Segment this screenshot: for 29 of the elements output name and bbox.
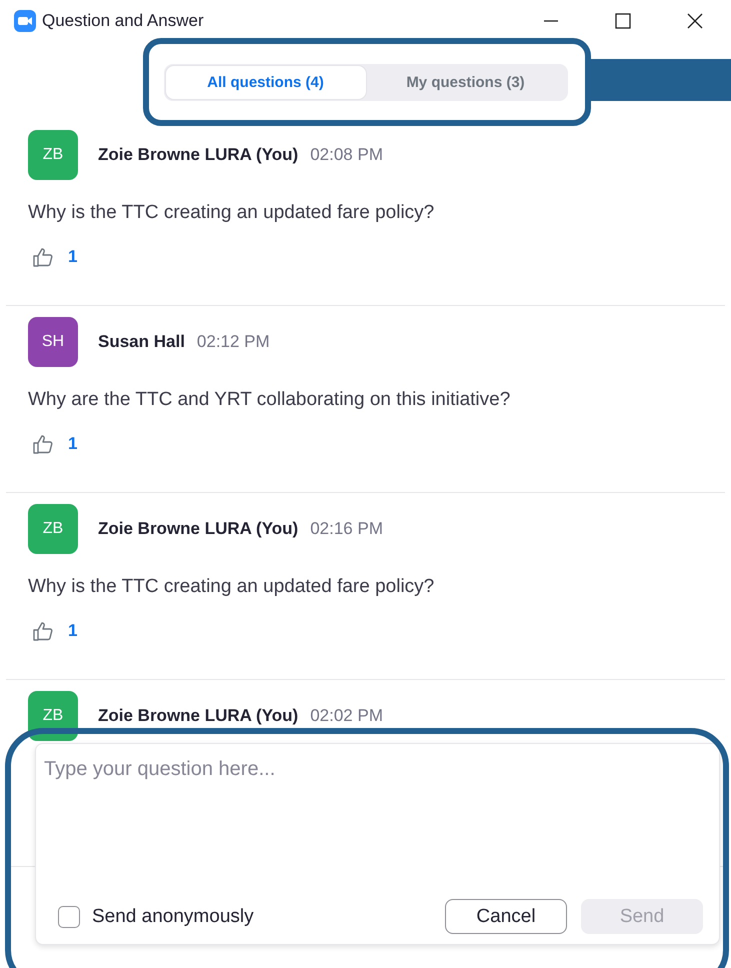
author-name: Zoie Browne LURA (You) (98, 519, 298, 539)
cancel-button[interactable]: Cancel (445, 899, 567, 934)
like-count: 1 (68, 621, 78, 641)
question-text: Why is the TTC creating an updated fare policy? (28, 202, 436, 224)
thumbs-up-icon[interactable] (32, 433, 54, 455)
question-text: Why are the TTC and YRT collaborating on this initiative? (28, 389, 512, 411)
window-title: Question and Answer (42, 11, 205, 31)
timestamp: 02:02 PM (310, 706, 383, 726)
timestamp: 02:12 PM (196, 332, 270, 352)
avatar: ZB (28, 504, 78, 554)
like-count: 1 (68, 434, 78, 454)
author-name: Zoie Browne LURA (You) (98, 706, 298, 726)
avatar: SH (28, 317, 78, 367)
checkbox-label: Send anonymously (92, 906, 254, 928)
author-name: Zoie Browne LURA (You) (98, 145, 298, 165)
timestamp: 02:08 PM (310, 145, 383, 165)
maximize-icon[interactable] (615, 13, 631, 29)
checkbox[interactable] (58, 906, 80, 928)
avatar: ZB (28, 130, 78, 180)
app-logo-icon (14, 10, 36, 32)
tab[interactable]: My questions (3) (366, 66, 566, 99)
author-name: Susan Hall (98, 332, 185, 352)
thumbs-up-icon[interactable] (32, 246, 54, 268)
like-count: 1 (68, 247, 78, 267)
question-text: Why is the TTC creating an updated fare policy? (28, 576, 436, 598)
thumbs-up-icon[interactable] (32, 620, 54, 642)
timestamp: 02:16 PM (310, 519, 383, 539)
close-icon[interactable] (687, 13, 703, 29)
tab[interactable]: All questions (4) (166, 66, 366, 99)
